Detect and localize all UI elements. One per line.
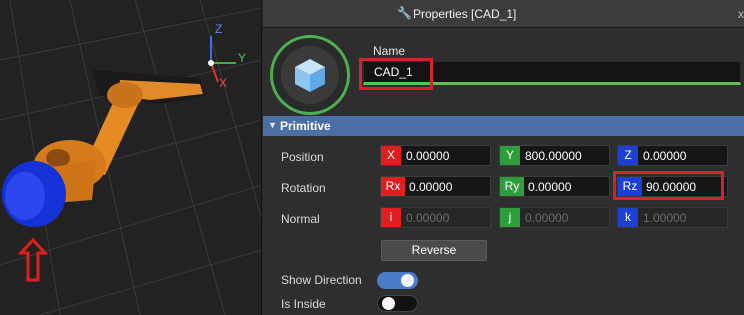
collapse-arrow-icon: ▼ [268, 120, 277, 130]
position-y-value: 800.00000 [525, 149, 582, 163]
rz-highlight-box [613, 171, 724, 200]
normal-j-value: 0.00000 [525, 211, 569, 225]
x-tag: X [381, 146, 401, 165]
rotation-label: Rotation [281, 181, 326, 195]
3d-viewport[interactable]: Z Y X [0, 0, 262, 315]
panel-title: Properties [CAD_1] [413, 7, 517, 21]
toggle-knob [382, 297, 395, 310]
rotation-ry-field[interactable]: Ry 0.00000 [499, 176, 610, 197]
panel-titlebar[interactable]: 🔧 Properties [CAD_1] x [263, 0, 744, 28]
show-direction-toggle[interactable] [377, 272, 418, 289]
section-title: Primitive [280, 119, 331, 133]
normal-k-field: k 1.00000 [617, 207, 728, 228]
y-axis-label: Y [238, 51, 247, 65]
normal-j-field: j 0.00000 [499, 207, 610, 228]
reverse-button[interactable]: Reverse [381, 240, 487, 261]
primitive-section-header[interactable]: ▼ Primitive [263, 116, 744, 136]
close-button[interactable]: x [738, 7, 744, 21]
ry-tag: Ry [500, 177, 524, 196]
object-icon [270, 35, 350, 115]
z-tag: Z [618, 146, 638, 165]
is-inside-label: Is Inside [281, 297, 326, 311]
rx-tag: Rx [381, 177, 405, 196]
normal-i-value: 0.00000 [406, 211, 450, 225]
properties-panel: 🔧 Properties [CAD_1] x Name CAD_1 ▼ Prim… [263, 0, 744, 315]
x-axis-label: X [219, 76, 228, 90]
k-tag: k [618, 208, 638, 227]
i-tag: i [381, 208, 401, 227]
robot-arm[interactable] [2, 70, 206, 227]
show-direction-label: Show Direction [281, 273, 362, 287]
rotation-ry-value: 0.00000 [528, 180, 572, 194]
name-label: Name [373, 44, 406, 58]
normal-k-value: 1.00000 [643, 211, 687, 225]
up-arrow-annotation [17, 237, 49, 282]
z-axis-label: Z [215, 22, 223, 36]
rotation-rx-field[interactable]: Rx 0.00000 [380, 176, 491, 197]
viewport-canvas [0, 0, 261, 315]
y-tag: Y [500, 146, 520, 165]
position-label: Position [281, 150, 324, 164]
name-highlight-box [359, 58, 433, 90]
position-x-field[interactable]: X 0.00000 [380, 145, 491, 166]
position-z-value: 0.00000 [643, 149, 687, 163]
normal-label: Normal [281, 212, 320, 226]
rotation-rx-value: 0.00000 [409, 180, 453, 194]
toggle-knob [401, 274, 414, 287]
wrench-icon: 🔧 [397, 6, 412, 20]
position-z-field[interactable]: Z 0.00000 [617, 145, 728, 166]
cube-icon [295, 59, 325, 92]
is-inside-toggle[interactable] [377, 295, 418, 312]
normal-i-field: i 0.00000 [380, 207, 491, 228]
position-x-value: 0.00000 [406, 149, 450, 163]
position-y-field[interactable]: Y 800.00000 [499, 145, 610, 166]
j-tag: j [500, 208, 520, 227]
